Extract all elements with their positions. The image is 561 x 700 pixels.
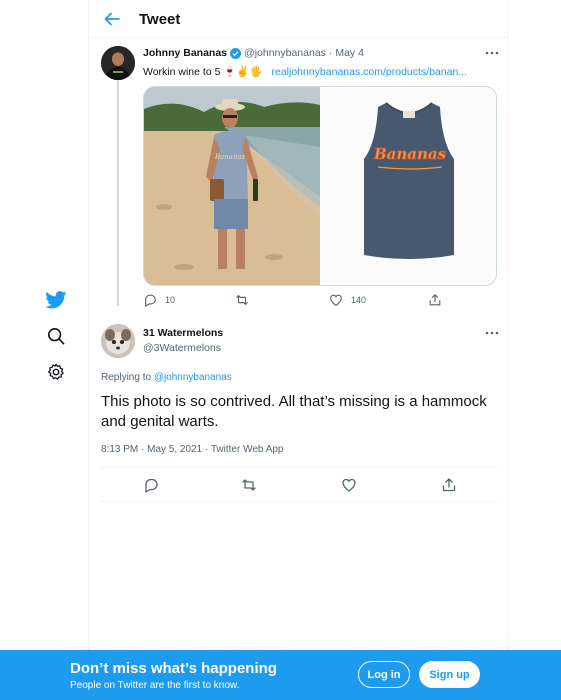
- like-count: 140: [351, 295, 367, 305]
- retweet-button[interactable]: [235, 293, 257, 307]
- tweet-date[interactable]: · May 4: [329, 47, 364, 59]
- reply-author-handle[interactable]: @3Watermelons: [143, 342, 221, 354]
- gear-icon[interactable]: [44, 360, 68, 384]
- back-arrow-icon[interactable]: [102, 9, 122, 29]
- tweet-link[interactable]: realjohnnybananas.com/products/banan...: [271, 66, 467, 78]
- twitter-logo-icon[interactable]: [44, 288, 68, 312]
- reply-text: This photo is so contrived. All that’s m…: [101, 393, 487, 430]
- beach-photo[interactable]: Bananas: [144, 87, 320, 286]
- reply-reply-button[interactable]: [143, 477, 159, 493]
- page-title: Tweet: [139, 11, 181, 28]
- svg-text:Bananas: Bananas: [214, 153, 246, 161]
- thread-line: [117, 80, 119, 306]
- search-icon[interactable]: [44, 324, 68, 348]
- reply-retweet-button[interactable]: [241, 477, 257, 493]
- reply-actions: [101, 477, 497, 495]
- tweet-actions: 10 140: [143, 293, 497, 309]
- main-column: Tweet Johnny Bananas @johnnybananas · Ma…: [88, 0, 508, 650]
- more-options-icon[interactable]: [485, 50, 499, 56]
- tweet-author-line: Johnny Bananas @johnnybananas · May 4: [143, 47, 364, 59]
- share-icon: [429, 294, 441, 306]
- reply-share-button[interactable]: [441, 477, 457, 493]
- replying-to-label: Replying to: [101, 372, 152, 383]
- share-icon: [442, 478, 456, 492]
- shirt-print-text: Bananas: [373, 145, 447, 163]
- login-button[interactable]: Log in: [358, 661, 410, 688]
- tweet-body: Workin wine to 5 🍷✌️🖐: [143, 66, 263, 78]
- share-button[interactable]: [428, 293, 442, 307]
- shirt-photo[interactable]: Bananas: [320, 87, 496, 285]
- heart-icon: [330, 294, 342, 306]
- reply-button[interactable]: 10: [143, 293, 175, 307]
- banner-title: Don’t miss what’s happening: [70, 660, 277, 677]
- divider: [101, 501, 497, 502]
- verified-badge-icon: [230, 47, 242, 59]
- reply-icon: [145, 478, 158, 493]
- header: Tweet: [89, 0, 507, 38]
- reply-icon: [145, 294, 156, 307]
- retweet-icon: [236, 295, 248, 305]
- reply-author-line: 31 Watermelons: [143, 327, 223, 339]
- reply-handle-line: @3Watermelons: [143, 342, 221, 354]
- reply-avatar[interactable]: [101, 324, 135, 358]
- reply-author-name[interactable]: 31 Watermelons: [143, 327, 223, 339]
- heart-icon: [342, 478, 356, 492]
- replying-to-handle[interactable]: @johnnybananas: [154, 372, 232, 383]
- avatar[interactable]: [101, 46, 135, 80]
- page: Tweet Johnny Bananas @johnnybananas · Ma…: [0, 0, 561, 700]
- divider: [101, 467, 497, 468]
- reply-timestamp[interactable]: 8:13 PM · May 5, 2021 · Twitter Web App: [101, 444, 284, 455]
- like-button[interactable]: 140: [329, 293, 366, 307]
- reply-more-options-icon[interactable]: [485, 330, 499, 336]
- tweet-text: Workin wine to 5 🍷✌️🖐 realjohnnybananas.…: [143, 65, 467, 78]
- author-handle[interactable]: @johnnybananas: [244, 47, 326, 59]
- tweet-media[interactable]: Bananas Bananas: [143, 86, 497, 286]
- reply-count: 10: [165, 295, 176, 305]
- retweet-icon: [242, 479, 256, 491]
- reply-like-button[interactable]: [341, 477, 357, 493]
- replying-to: Replying to @johnnybananas: [101, 372, 232, 383]
- banner-subtitle: People on Twitter are the first to know.: [70, 680, 240, 691]
- signup-button[interactable]: Sign up: [419, 661, 480, 688]
- author-name[interactable]: Johnny Bananas: [143, 47, 227, 59]
